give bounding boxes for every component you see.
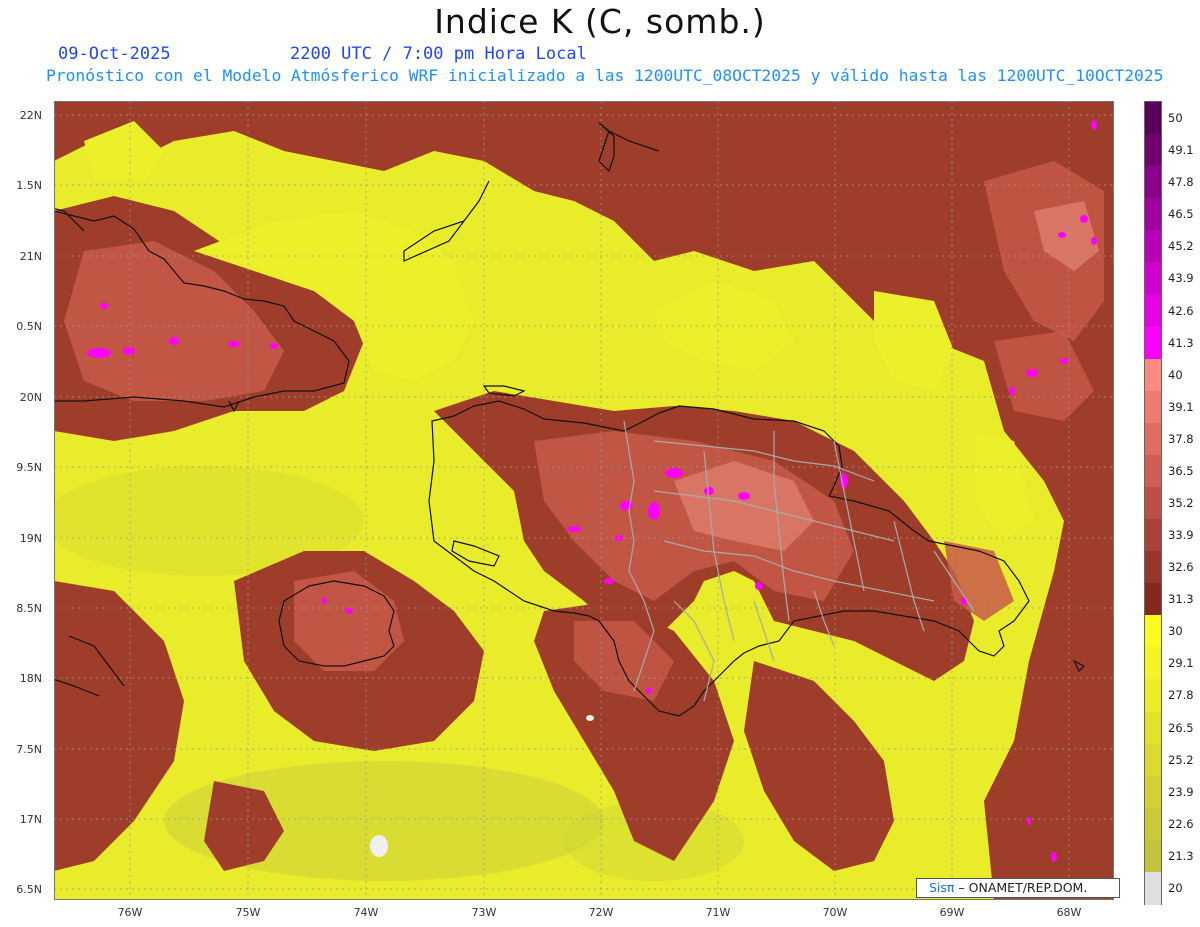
colorbar-swatch xyxy=(1145,358,1161,392)
lat-label: 18N xyxy=(19,672,42,685)
colorbar-swatch xyxy=(1145,262,1161,296)
lat-label: 21N xyxy=(19,250,42,263)
colorbar-label: 46.5 xyxy=(1168,207,1194,222)
map-canvas xyxy=(54,101,1114,900)
lat-label: 0.5N xyxy=(16,320,42,333)
colorbar-label: 27.8 xyxy=(1168,688,1194,703)
colorbar-label: 43.9 xyxy=(1168,271,1194,286)
colorbar-label: 32.6 xyxy=(1168,560,1194,575)
colorbar-label: 20 xyxy=(1168,880,1183,895)
map-title: Indice K (C, somb.) xyxy=(434,2,766,41)
colorbar-swatch xyxy=(1145,486,1161,520)
colorbar-label: 21.3 xyxy=(1168,848,1194,863)
colorbar-swatch xyxy=(1145,679,1161,713)
model-description: Pronóstico con el Modelo Atmósferico WRF… xyxy=(46,66,1164,85)
colorbar-label: 40 xyxy=(1168,367,1183,382)
colorbar-swatch xyxy=(1145,102,1161,135)
colorbar xyxy=(1144,101,1162,905)
k-index-map xyxy=(54,101,1114,900)
lon-label: 71W xyxy=(705,906,731,919)
colorbar-label: 37.8 xyxy=(1168,431,1194,446)
lat-label: 6.5N xyxy=(16,883,42,896)
credit-text: – ONAMET/REP.DOM. xyxy=(958,880,1088,895)
colorbar-swatch xyxy=(1145,294,1161,328)
colorbar-label: 22.6 xyxy=(1168,816,1194,831)
lat-label: 9.5N xyxy=(16,461,42,474)
credit-box: Sisπ – ONAMET/REP.DOM. xyxy=(916,878,1120,898)
lat-label: 22N xyxy=(19,109,42,122)
colorbar-label: 42.6 xyxy=(1168,303,1194,318)
colorbar-swatch xyxy=(1145,775,1161,809)
colorbar-swatch xyxy=(1145,551,1161,585)
colorbar-swatch xyxy=(1145,198,1161,232)
colorbar-swatch xyxy=(1145,134,1161,168)
lon-label: 69W xyxy=(939,906,965,919)
lon-label: 73W xyxy=(471,906,497,919)
no-data-spot xyxy=(370,835,388,857)
lat-label: 19N xyxy=(19,532,42,545)
colorbar-label: 41.3 xyxy=(1168,335,1194,350)
lon-label: 72W xyxy=(588,906,614,919)
colorbar-label: 36.5 xyxy=(1168,463,1194,478)
lat-label: 7.5N xyxy=(16,743,42,756)
colorbar-label: 25.2 xyxy=(1168,752,1194,767)
colorbar-label: 30 xyxy=(1168,624,1183,639)
colorbar-swatch xyxy=(1145,454,1161,488)
colorbar-swatch xyxy=(1145,615,1161,649)
colorbar-label: 49.1 xyxy=(1168,143,1194,158)
lon-label: 75W xyxy=(235,906,261,919)
colorbar-label: 26.5 xyxy=(1168,720,1194,735)
no-data-spot xyxy=(586,715,594,721)
colorbar-label: 39.1 xyxy=(1168,399,1194,414)
colorbar-swatch xyxy=(1145,743,1161,777)
lat-label: 8.5N xyxy=(16,602,42,615)
sispi-logo: Sisπ xyxy=(929,880,955,895)
colorbar-swatch xyxy=(1145,647,1161,681)
lon-label: 70W xyxy=(822,906,848,919)
lat-label: 20N xyxy=(19,391,42,404)
colorbar-label: 29.1 xyxy=(1168,656,1194,671)
lon-label: 76W xyxy=(117,906,143,919)
colorbar-swatch xyxy=(1145,839,1161,873)
colorbar-swatch xyxy=(1145,519,1161,553)
colorbar-swatch xyxy=(1145,166,1161,200)
colorbar-swatch xyxy=(1145,326,1161,360)
lat-label: 17N xyxy=(19,813,42,826)
colorbar-swatch xyxy=(1145,230,1161,264)
colorbar-swatch xyxy=(1145,422,1161,456)
lon-label: 74W xyxy=(353,906,379,919)
colorbar-label: 45.2 xyxy=(1168,239,1194,254)
colorbar-label: 31.3 xyxy=(1168,592,1194,607)
colorbar-label: 33.9 xyxy=(1168,528,1194,543)
colorbar-label: 50 xyxy=(1168,111,1183,126)
colorbar-swatch xyxy=(1145,711,1161,745)
lat-label: 1.5N xyxy=(16,179,42,192)
forecast-date: 09-Oct-2025 xyxy=(58,44,171,64)
forecast-time: 2200 UTC / 7:00 pm Hora Local xyxy=(290,44,587,64)
colorbar-label: 47.8 xyxy=(1168,175,1194,190)
colorbar-label: 35.2 xyxy=(1168,496,1194,510)
colorbar-label: 23.9 xyxy=(1168,784,1194,799)
lon-label: 68W xyxy=(1056,906,1082,919)
colorbar-swatch xyxy=(1145,871,1161,905)
colorbar-swatch xyxy=(1145,390,1161,424)
colorbar-swatch xyxy=(1145,583,1161,617)
colorbar-swatch xyxy=(1145,807,1161,841)
